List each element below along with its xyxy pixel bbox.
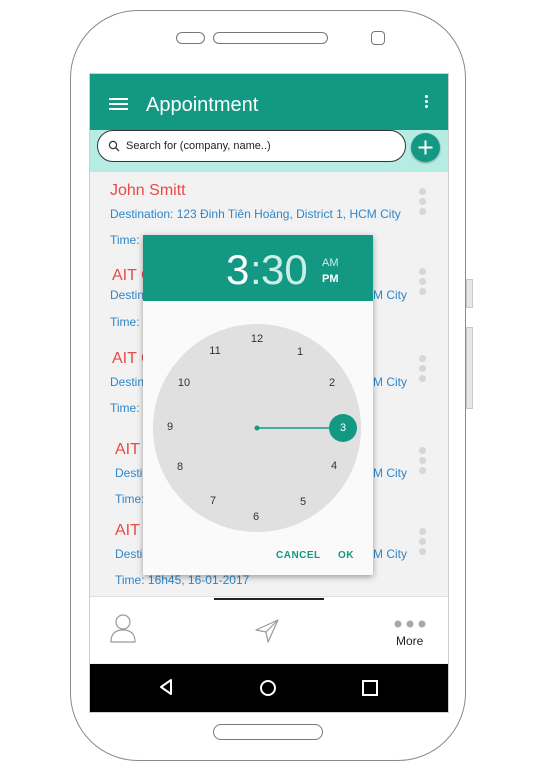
appointment-destination: Destin (110, 375, 145, 389)
nav-send-button[interactable] (253, 617, 281, 645)
nav-more-label: More (396, 634, 424, 648)
cancel-button[interactable]: CANCEL (276, 550, 321, 561)
nav-more-button[interactable]: More (390, 619, 434, 655)
appointment-time: Time: (115, 492, 145, 506)
appointment-destination-tail: M City (373, 288, 407, 302)
clock-number-2[interactable]: 2 (322, 376, 342, 390)
appointment-time: Time: (110, 401, 140, 415)
clock-number-1[interactable]: 1 (290, 345, 310, 359)
bottom-navigation: More (90, 596, 448, 663)
time-picker-dialog: 3 : 30 AM PM 12 1 2 3 4 5 6 7 8 9 10 11 … (143, 235, 373, 575)
selected-minute[interactable]: 30 (261, 245, 308, 295)
item-menu-icon[interactable] (419, 447, 427, 477)
hardware-home-button (213, 724, 323, 740)
appointment-destination: Destin (110, 288, 145, 302)
appointment-time: Time: (110, 315, 140, 329)
add-icon (418, 140, 433, 155)
appointment-destination: Destination: 123 Đinh Tiên Hoàng, Distri… (110, 207, 401, 221)
home-icon[interactable] (258, 678, 278, 698)
back-icon[interactable] (158, 678, 174, 696)
am-toggle[interactable]: AM (322, 257, 339, 269)
time-picker-header: 3 : 30 AM PM (143, 235, 373, 301)
appointment-destination-tail: M City (373, 375, 407, 389)
system-navigation-bar (90, 664, 448, 712)
clock-number-6[interactable]: 6 (246, 510, 266, 524)
time-separator: : (250, 246, 262, 293)
power-button (466, 279, 473, 308)
nav-profile-button[interactable] (108, 611, 138, 645)
item-menu-icon[interactable] (419, 355, 427, 385)
send-icon (255, 619, 279, 643)
clock-hand (254, 414, 357, 442)
recents-icon[interactable] (361, 679, 379, 697)
ok-button[interactable]: OK (338, 550, 354, 561)
clock-number-12[interactable]: 12 (247, 332, 267, 346)
more-icon (394, 620, 426, 628)
clock-number-4[interactable]: 4 (324, 459, 344, 473)
volume-button (466, 327, 473, 409)
overflow-menu-icon[interactable] (425, 95, 429, 109)
clock-number-3[interactable]: 3 (333, 421, 353, 435)
item-menu-icon[interactable] (419, 268, 427, 298)
appointment-destination-tail: M City (373, 547, 407, 561)
selected-hour[interactable]: 3 (226, 245, 249, 295)
pm-toggle[interactable]: PM (322, 273, 339, 285)
person-icon (110, 614, 136, 643)
page-title: Appointment (146, 94, 259, 116)
search-placeholder: Search for (company, name..) (126, 140, 271, 152)
search-icon (108, 140, 120, 152)
clock-number-7[interactable]: 7 (203, 494, 223, 508)
clock-number-9[interactable]: 9 (160, 420, 180, 434)
menu-icon[interactable] (109, 98, 128, 111)
item-menu-icon[interactable] (419, 188, 427, 218)
clock-dial[interactable]: 12 1 2 3 4 5 6 7 8 9 10 11 (153, 324, 361, 532)
front-sensor (176, 32, 205, 44)
nav-active-indicator (214, 598, 324, 600)
clock-number-10[interactable]: 10 (174, 376, 194, 390)
appointment-name: John Smitt (110, 182, 186, 199)
earpiece-speaker (213, 32, 328, 44)
appointment-destination-tail: M City (373, 466, 407, 480)
front-camera (371, 31, 385, 45)
clock-number-5[interactable]: 5 (293, 495, 313, 509)
clock-number-8[interactable]: 8 (170, 460, 190, 474)
appointment-time: Time: 16h45, 16-01-2017 (115, 573, 250, 587)
search-input[interactable]: Search for (company, name..) (97, 130, 406, 162)
app-bar: Appointment (90, 74, 448, 130)
item-menu-icon[interactable] (419, 528, 427, 558)
clock-number-11[interactable]: 11 (205, 344, 225, 358)
add-appointment-button[interactable] (411, 133, 440, 162)
